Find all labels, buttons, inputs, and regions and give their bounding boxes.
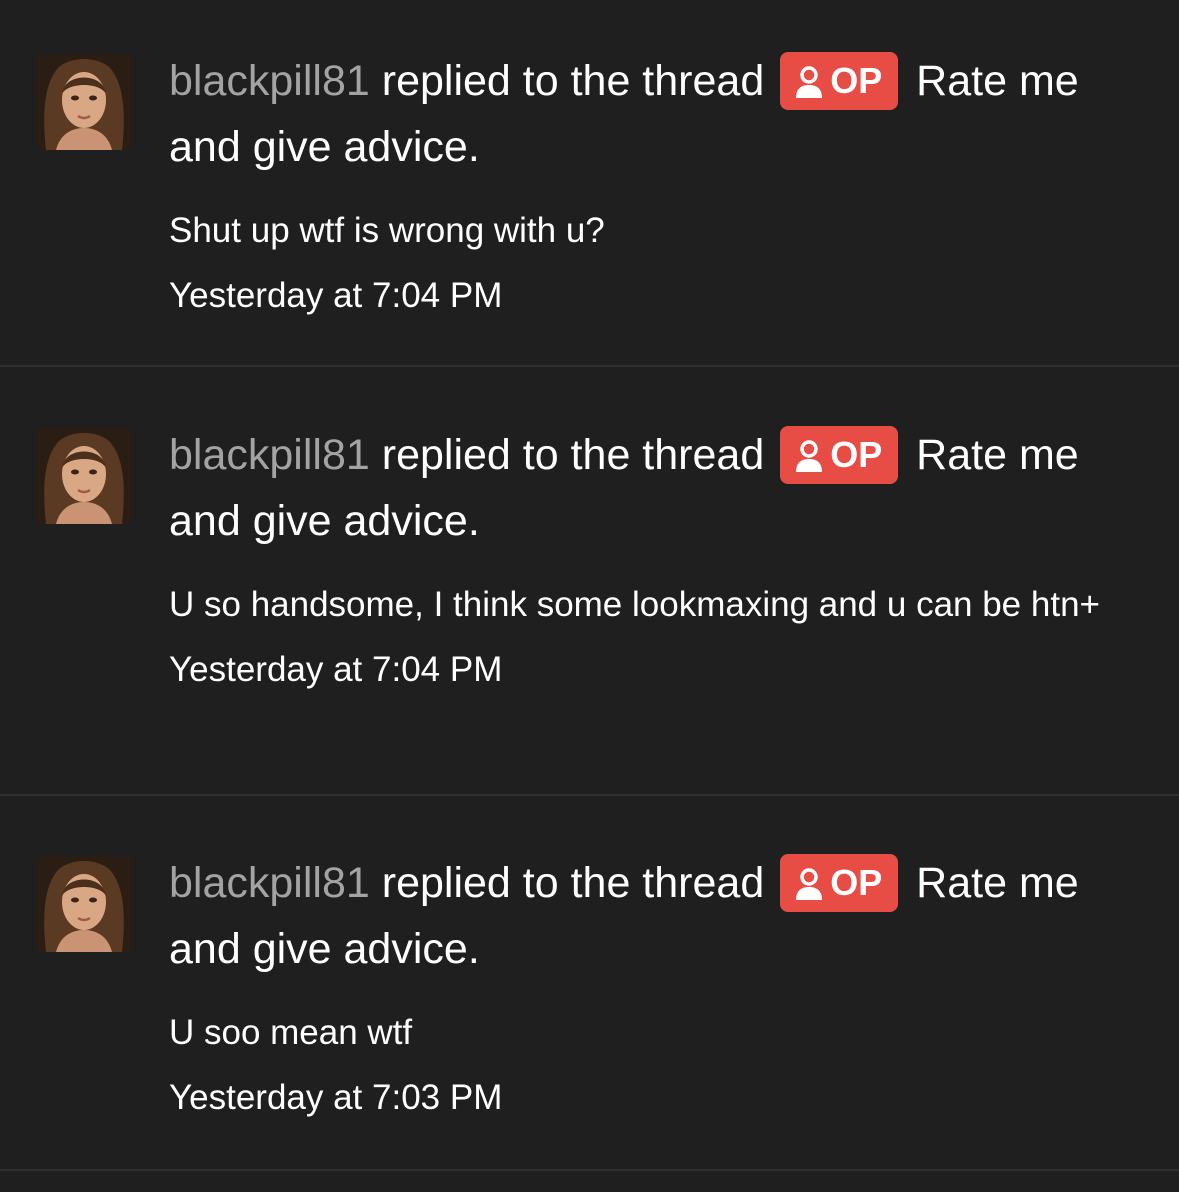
alert-item[interactable]: blackpill81 replied to the thread OP Rat… [0,367,1179,796]
user-icon [794,432,824,490]
alert-timestamp: Yesterday at 7:03 PM [169,1078,503,1117]
username-link[interactable]: blackpill81 [169,431,370,479]
alert-headline: blackpill81 replied to the thread OP Rat… [169,48,1149,180]
alerts-feed: blackpill81 replied to the thread OP Rat… [0,0,1179,1192]
avatar-image [36,54,132,150]
op-badge-label: OP [830,60,883,101]
op-badge: OP [780,52,899,110]
alert-item[interactable]: blackpill81 replied to the thread OP Rat… [0,796,1179,1171]
avatar-image [36,428,132,524]
user-icon [794,58,824,116]
alert-timestamp: Yesterday at 7:04 PM [169,276,503,315]
op-badge-label: OP [830,434,883,475]
reply-snippet: U so handsome, I think some lookmaxing a… [169,585,1100,624]
username-link[interactable]: blackpill81 [169,859,370,907]
op-badge: OP [780,426,899,484]
op-badge-label: OP [830,862,883,903]
alert-action-text: replied to the thread [381,57,765,105]
alert-action-text: replied to the thread [381,431,765,479]
reply-snippet: Shut up wtf is wrong with u? [169,211,605,250]
op-badge: OP [780,854,899,912]
reply-snippet: U soo mean wtf [169,1013,413,1052]
alert-action-text: replied to the thread [381,859,765,907]
avatar[interactable] [36,54,132,150]
alert-timestamp: Yesterday at 7:04 PM [169,650,503,689]
avatar[interactable] [36,856,132,952]
alert-headline: blackpill81 replied to the thread OP Rat… [169,850,1149,982]
user-icon [794,860,824,918]
avatar[interactable] [36,428,132,524]
avatar-image [36,856,132,952]
alert-headline: blackpill81 replied to the thread OP Rat… [169,422,1149,554]
username-link[interactable]: blackpill81 [169,57,370,105]
alert-item[interactable]: blackpill81 replied to the thread OP Rat… [0,0,1179,367]
